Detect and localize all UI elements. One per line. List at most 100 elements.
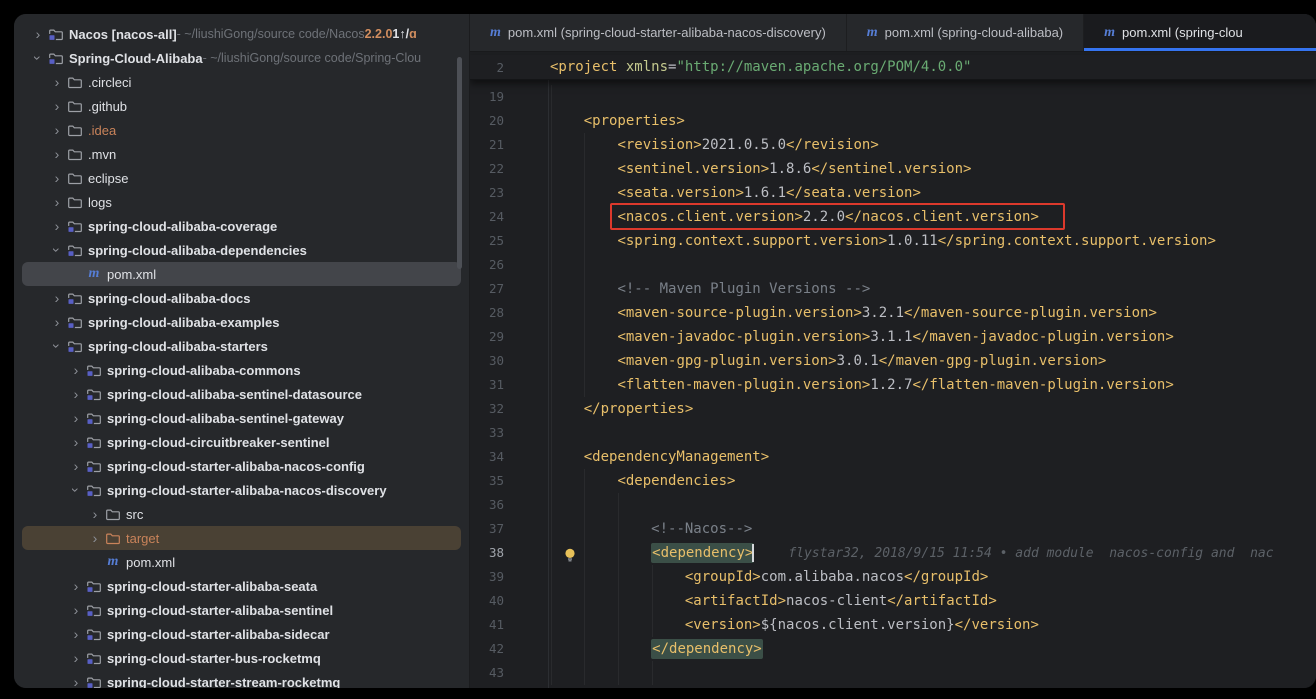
intention-bulb-icon[interactable] xyxy=(564,546,576,560)
editor-tab[interactable]: mpom.xml (spring-clou xyxy=(1084,14,1316,51)
tree-item[interactable]: ›Spring-Cloud-Alibaba - ~/liushiGong/sou… xyxy=(22,46,461,70)
code-line[interactable]: 36 xyxy=(470,493,1316,517)
editor[interactable]: 2<project xmlns="http://maven.apache.org… xyxy=(470,52,1316,688)
tree-item[interactable]: ›.circleci xyxy=(22,70,461,94)
line-number[interactable]: 42 xyxy=(470,637,504,661)
tree-item[interactable]: ›spring-cloud-alibaba-commons xyxy=(22,358,461,382)
chevron-collapsed-icon[interactable]: › xyxy=(68,675,84,688)
chevron-collapsed-icon[interactable]: › xyxy=(87,531,103,545)
chevron-expanded-icon[interactable]: › xyxy=(50,242,64,258)
tree-item[interactable]: ›spring-cloud-starter-alibaba-nacos-conf… xyxy=(22,454,461,478)
line-number[interactable]: 33 xyxy=(470,421,504,445)
line-number[interactable]: 30 xyxy=(470,349,504,373)
line-number[interactable]: 2 xyxy=(470,55,504,80)
chevron-collapsed-icon[interactable]: › xyxy=(68,627,84,641)
tree-item[interactable]: ›spring-cloud-starter-alibaba-nacos-disc… xyxy=(22,478,461,502)
line-number[interactable]: 39 xyxy=(470,565,504,589)
line-number[interactable]: 24 xyxy=(470,205,504,229)
line-number[interactable]: 41 xyxy=(470,613,504,637)
line-number[interactable]: 29 xyxy=(470,325,504,349)
code-line[interactable]: 22<sentinel.version>1.8.6</sentinel.vers… xyxy=(470,157,1316,181)
chevron-collapsed-icon[interactable]: › xyxy=(49,75,65,89)
tree-item[interactable]: ›spring-cloud-starter-stream-rocketmq xyxy=(22,670,461,688)
chevron-collapsed-icon[interactable]: › xyxy=(49,171,65,185)
code-line[interactable]: 39<groupId>com.alibaba.nacos</groupId> xyxy=(470,565,1316,589)
code-line[interactable]: 35<dependencies> xyxy=(470,469,1316,493)
chevron-collapsed-icon[interactable]: › xyxy=(49,123,65,137)
code-line[interactable]: 24<nacos.client.version>2.2.0</nacos.cli… xyxy=(470,205,1316,229)
chevron-collapsed-icon[interactable]: › xyxy=(68,411,84,425)
tree-item[interactable]: ›spring-cloud-alibaba-sentinel-datasourc… xyxy=(22,382,461,406)
tree-item[interactable]: ›logs xyxy=(22,190,461,214)
tree-item[interactable]: ›.github xyxy=(22,94,461,118)
code-line[interactable]: 23<seata.version>1.6.1</seata.version> xyxy=(470,181,1316,205)
chevron-collapsed-icon[interactable]: › xyxy=(68,459,84,473)
code-line[interactable]: 31<flatten-maven-plugin.version>1.2.7</f… xyxy=(470,373,1316,397)
chevron-collapsed-icon[interactable]: › xyxy=(87,507,103,521)
code-line[interactable]: 20<properties> xyxy=(470,109,1316,133)
tree-item[interactable]: ›spring-cloud-alibaba-examples xyxy=(22,310,461,334)
chevron-expanded-icon[interactable]: › xyxy=(31,50,45,66)
tree-item[interactable]: ›.idea xyxy=(22,118,461,142)
tree-item[interactable]: ›spring-cloud-alibaba-starters xyxy=(22,334,461,358)
line-number[interactable]: 25 xyxy=(470,229,504,253)
sticky-line[interactable]: 2<project xmlns="http://maven.apache.org… xyxy=(470,55,1316,80)
line-number[interactable]: 40 xyxy=(470,589,504,613)
chevron-collapsed-icon[interactable]: › xyxy=(49,195,65,209)
code-line[interactable]: 25<spring.context.support.version>1.0.11… xyxy=(470,229,1316,253)
chevron-collapsed-icon[interactable]: › xyxy=(68,651,84,665)
chevron-collapsed-icon[interactable]: › xyxy=(68,363,84,377)
tree-item[interactable]: mpom.xml xyxy=(22,550,461,574)
chevron-collapsed-icon[interactable]: › xyxy=(30,27,46,41)
line-number[interactable]: 31 xyxy=(470,373,504,397)
line-number[interactable]: 28 xyxy=(470,301,504,325)
chevron-collapsed-icon[interactable]: › xyxy=(49,219,65,233)
line-number[interactable]: 32 xyxy=(470,397,504,421)
line-number[interactable]: 36 xyxy=(470,493,504,517)
code-line[interactable]: 42</dependency> xyxy=(470,637,1316,661)
tree-item[interactable]: ›spring-cloud-starter-bus-rocketmq xyxy=(22,646,461,670)
tree-item[interactable]: ›.mvn xyxy=(22,142,461,166)
chevron-expanded-icon[interactable]: › xyxy=(50,338,64,354)
line-number[interactable]: 22 xyxy=(470,157,504,181)
chevron-collapsed-icon[interactable]: › xyxy=(49,147,65,161)
line-number[interactable]: 20 xyxy=(470,109,504,133)
tree-item[interactable]: ›src xyxy=(22,502,461,526)
chevron-collapsed-icon[interactable]: › xyxy=(68,579,84,593)
line-number[interactable]: 27 xyxy=(470,277,504,301)
line-number[interactable]: 19 xyxy=(470,85,504,109)
tree-item[interactable]: ›spring-cloud-alibaba-dependencies xyxy=(22,238,461,262)
tree-item[interactable]: ›spring-cloud-alibaba-coverage xyxy=(22,214,461,238)
chevron-collapsed-icon[interactable]: › xyxy=(68,603,84,617)
code-line[interactable]: 33 xyxy=(470,421,1316,445)
code-line[interactable]: 37<!--Nacos--> xyxy=(470,517,1316,541)
code-line[interactable]: 30<maven-gpg-plugin.version>3.0.1</maven… xyxy=(470,349,1316,373)
chevron-collapsed-icon[interactable]: › xyxy=(68,387,84,401)
chevron-collapsed-icon[interactable]: › xyxy=(49,291,65,305)
tree-item[interactable]: ›spring-cloud-circuitbreaker-sentinel xyxy=(22,430,461,454)
line-number[interactable]: 38 xyxy=(470,541,504,565)
tree-item[interactable]: ›spring-cloud-starter-alibaba-sentinel xyxy=(22,598,461,622)
tree-item[interactable]: ›spring-cloud-alibaba-sentinel-gateway xyxy=(22,406,461,430)
chevron-expanded-icon[interactable]: › xyxy=(69,482,83,498)
tree-item[interactable]: ›target xyxy=(22,526,461,550)
chevron-collapsed-icon[interactable]: › xyxy=(68,435,84,449)
code-line[interactable]: 28<maven-source-plugin.version>3.2.1</ma… xyxy=(470,301,1316,325)
tree-item[interactable]: ›spring-cloud-alibaba-docs xyxy=(22,286,461,310)
chevron-collapsed-icon[interactable]: › xyxy=(49,315,65,329)
line-number[interactable]: 21 xyxy=(470,133,504,157)
tree-item[interactable]: ›spring-cloud-starter-alibaba-seata xyxy=(22,574,461,598)
line-number[interactable]: 26 xyxy=(470,253,504,277)
line-number[interactable]: 23 xyxy=(470,181,504,205)
line-number[interactable]: 34 xyxy=(470,445,504,469)
editor-tab[interactable]: mpom.xml (spring-cloud-alibaba) xyxy=(847,14,1084,51)
code-line[interactable]: 21<revision>2021.0.5.0</revision> xyxy=(470,133,1316,157)
line-number[interactable]: 35 xyxy=(470,469,504,493)
code-line[interactable]: 29<maven-javadoc-plugin.version>3.1.1</m… xyxy=(470,325,1316,349)
code-line[interactable]: 43 xyxy=(470,661,1316,685)
code-line[interactable]: 41<version>${nacos.client.version}</vers… xyxy=(470,613,1316,637)
tree-item[interactable]: ›Nacos [nacos-all] - ~/liushiGong/source… xyxy=(22,22,461,46)
code-line[interactable]: 27<!-- Maven Plugin Versions --> xyxy=(470,277,1316,301)
code-line[interactable]: 26 xyxy=(470,253,1316,277)
code-line[interactable]: 34<dependencyManagement> xyxy=(470,445,1316,469)
